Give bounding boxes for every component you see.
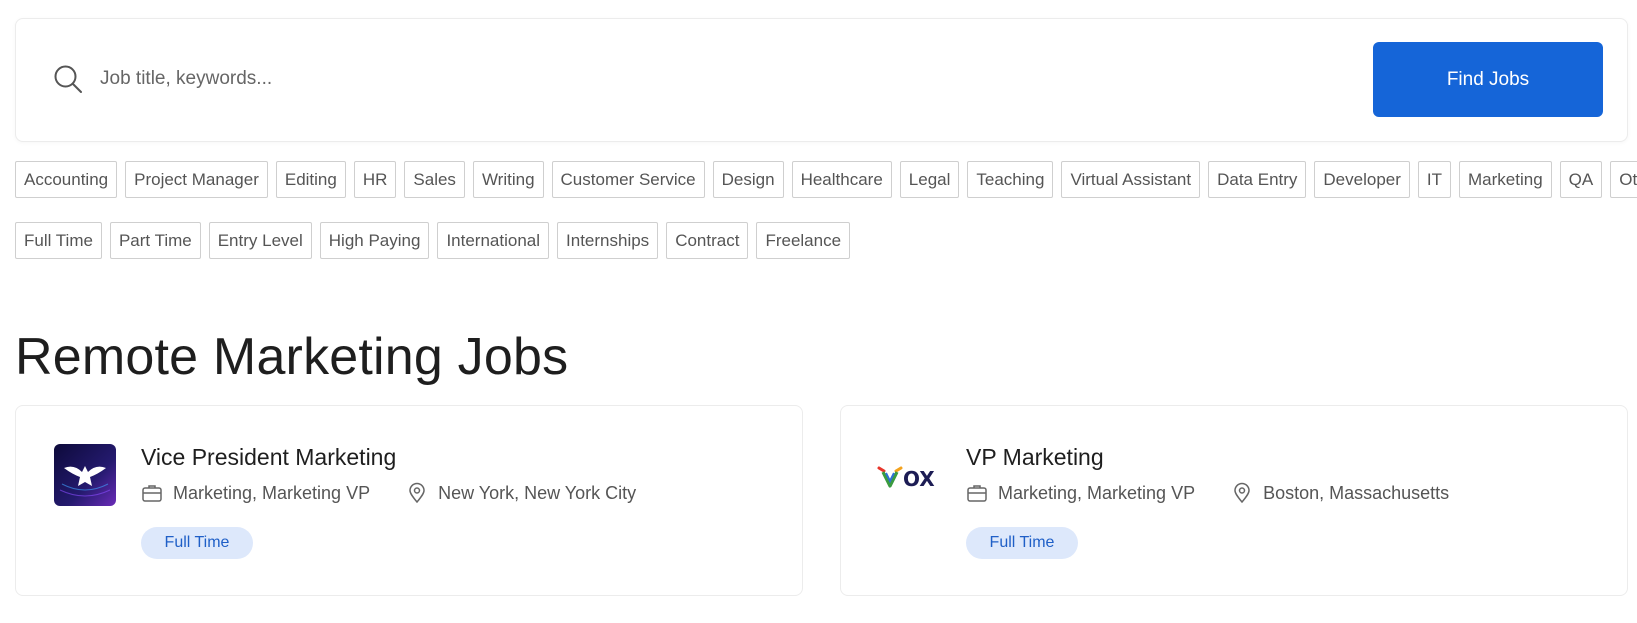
tag-design[interactable]: Design xyxy=(712,161,784,198)
job-meta: Marketing, Marketing VP New York, New Yo… xyxy=(141,482,636,504)
tag-marketing[interactable]: Marketing xyxy=(1459,161,1552,198)
tag-developer[interactable]: Developer xyxy=(1314,161,1410,198)
job-category: Marketing, Marketing VP xyxy=(173,482,371,503)
tag-other[interactable]: Other xyxy=(1610,161,1637,198)
tag-qa[interactable]: QA xyxy=(1559,161,1603,198)
location-pin-icon xyxy=(1234,482,1250,504)
tag-entry-level[interactable]: Entry Level xyxy=(208,222,312,259)
job-card[interactable]: Vice President Marketing Marketing, Mark… xyxy=(15,405,803,596)
job-location: New York, New York City xyxy=(438,482,637,503)
briefcase-icon xyxy=(142,485,162,502)
briefcase-icon xyxy=(967,485,987,502)
job-location: Boston, Massachusetts xyxy=(1263,482,1450,503)
tag-teaching[interactable]: Teaching xyxy=(967,161,1054,198)
tag-virtual-assistant[interactable]: Virtual Assistant xyxy=(1061,161,1201,198)
search-icon xyxy=(54,65,82,93)
tag-customer-service[interactable]: Customer Service xyxy=(551,161,705,198)
tag-accounting[interactable]: Accounting xyxy=(15,161,118,198)
location-pin-icon xyxy=(409,482,425,504)
job-card[interactable]: OX VP Marketing Marketing, Marketing VP … xyxy=(840,405,1628,596)
job-meta: Marketing, Marketing VP Boston, Massachu… xyxy=(966,482,1449,504)
tag-sales[interactable]: Sales xyxy=(404,161,465,198)
tag-project-manager[interactable]: Project Manager xyxy=(125,161,268,198)
tag-high-paying[interactable]: High Paying xyxy=(319,222,430,259)
job-category: Marketing, Marketing VP xyxy=(998,482,1196,503)
tag-it[interactable]: IT xyxy=(1417,161,1452,198)
tag-healthcare[interactable]: Healthcare xyxy=(791,161,892,198)
tag-freelance[interactable]: Freelance xyxy=(756,222,851,259)
find-jobs-button[interactable]: Find Jobs xyxy=(1373,42,1603,117)
category-tags: Accounting Project Manager Editing HR Sa… xyxy=(15,161,1637,198)
tag-internships[interactable]: Internships xyxy=(557,222,659,259)
page-title: Remote Marketing Jobs xyxy=(15,328,569,386)
job-title[interactable]: VP Marketing xyxy=(966,444,1104,471)
tag-part-time[interactable]: Part Time xyxy=(109,222,201,259)
tag-editing[interactable]: Editing xyxy=(275,161,346,198)
svg-text:OX: OX xyxy=(903,467,935,491)
search-card: Find Jobs xyxy=(15,18,1628,142)
tag-contract[interactable]: Contract xyxy=(666,222,749,259)
job-type-tags: Full Time Part Time Entry Level High Pay… xyxy=(15,222,851,259)
tag-full-time[interactable]: Full Time xyxy=(15,222,102,259)
job-type-badge: Full Time xyxy=(141,527,253,559)
job-type-badge: Full Time xyxy=(966,527,1078,559)
tag-legal[interactable]: Legal xyxy=(899,161,960,198)
job-title[interactable]: Vice President Marketing xyxy=(141,444,396,471)
tag-hr[interactable]: HR xyxy=(353,161,397,198)
dove-logo-icon xyxy=(54,444,116,506)
tag-data-entry[interactable]: Data Entry xyxy=(1208,161,1307,198)
tag-writing[interactable]: Writing xyxy=(472,161,544,198)
tag-international[interactable]: International xyxy=(437,222,550,259)
ox-logo-icon: OX xyxy=(877,444,943,506)
search-input[interactable] xyxy=(100,59,1200,99)
